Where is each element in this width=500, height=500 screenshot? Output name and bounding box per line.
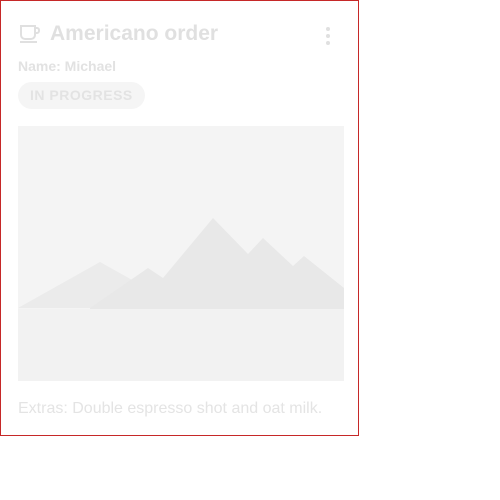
more-vert-icon[interactable] bbox=[318, 22, 338, 46]
card-header: Americano order bbox=[18, 20, 343, 50]
coffee-cup-icon bbox=[18, 22, 42, 46]
mountains-icon bbox=[18, 126, 344, 381]
order-card: Americano order Name: Michael IN PROGRES… bbox=[0, 0, 359, 436]
status-badge: IN PROGRESS bbox=[18, 82, 145, 109]
card-title: Americano order bbox=[50, 22, 219, 45]
image-placeholder bbox=[18, 126, 344, 381]
customer-name: Name: Michael bbox=[18, 58, 117, 74]
order-extras: Extras: Double espresso shot and oat mil… bbox=[18, 400, 323, 417]
